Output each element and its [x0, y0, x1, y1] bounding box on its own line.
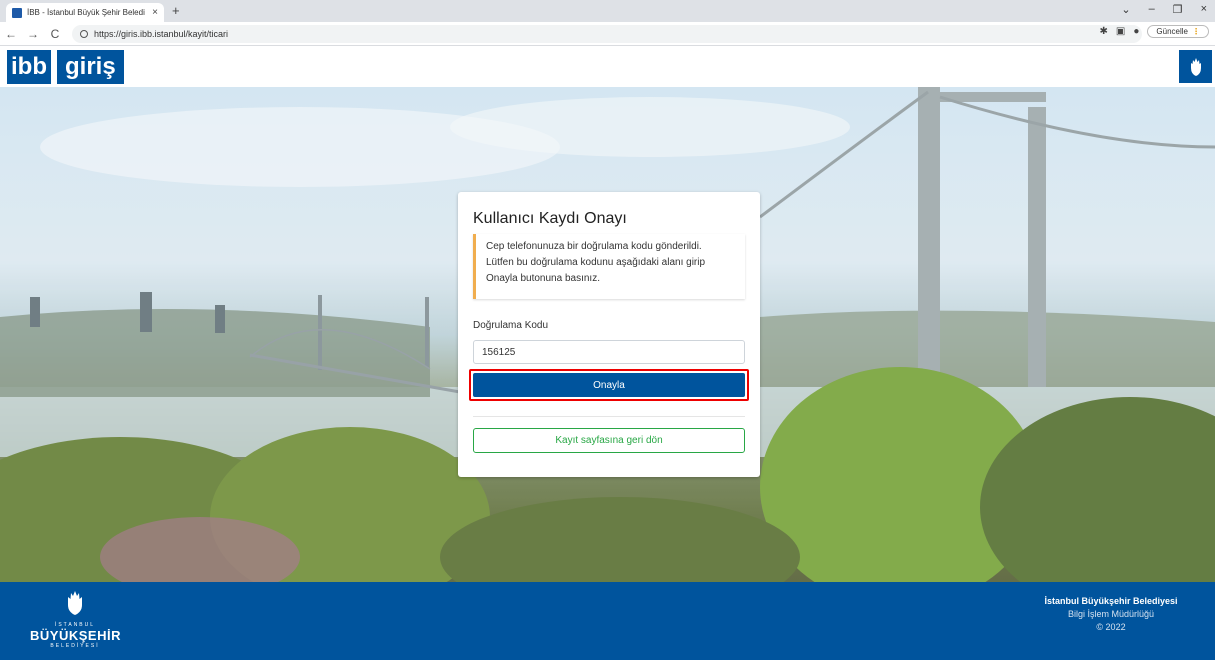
extensions-icon[interactable]: ✱: [1100, 26, 1108, 37]
browser-tools: ✱ ▣ ● Güncelle ⋮: [1100, 25, 1209, 38]
ibb-giris-logo[interactable]: ibb giriş: [7, 50, 124, 84]
card-title: Kullanıcı Kaydı Onayı: [473, 210, 627, 227]
site-info-icon[interactable]: [80, 29, 88, 38]
approve-highlight: Onayla: [469, 369, 749, 401]
registration-confirm-card: Kullanıcı Kaydı Onayı Cep telefonunuza b…: [458, 192, 760, 477]
new-tab-button[interactable]: +: [172, 3, 180, 18]
footer-logo-bottom: BELEDİYESİ: [50, 643, 100, 649]
browser-tab[interactable]: İBB - İstanbul Büyük Şehir Beledi ×: [6, 3, 164, 22]
site-favicon-icon: [12, 7, 22, 18]
tab-search-icon[interactable]: ⌄: [1121, 3, 1130, 16]
update-label: Güncelle: [1156, 27, 1188, 36]
footer-dept: Bilgi İşlem Müdürlüğü: [1067, 609, 1155, 619]
minimize-button[interactable]: –: [1149, 3, 1155, 16]
site-footer: İSTANBUL BÜYÜKŞEHİR BELEDİYESİ İstanbul …: [0, 582, 1215, 660]
alert-line-2: Lütfen bu doğrulama kodunu aşağıdaki ala…: [486, 257, 706, 268]
close-window-button[interactable]: ×: [1201, 3, 1207, 16]
address-toolbar: ← → C https://giris.ibb.istanbul/kayit/t…: [0, 22, 1215, 46]
back-icon[interactable]: ←: [0, 27, 22, 41]
verification-code-label: Doğrulama Kodu: [473, 320, 549, 331]
url-bar[interactable]: https://giris.ibb.istanbul/kayit/ticari: [72, 24, 1142, 43]
reload-icon[interactable]: C: [44, 27, 66, 41]
card-divider: [473, 416, 745, 417]
forward-icon[interactable]: →: [22, 27, 44, 41]
footer-org: İstanbul Büyükşehir Belediyesi: [1044, 596, 1178, 606]
update-button[interactable]: Güncelle ⋮: [1147, 25, 1209, 38]
restore-button[interactable]: ❐: [1173, 3, 1183, 16]
logo-ibb: ibb: [7, 50, 51, 84]
info-alert: Cep telefonunuza bir doğrulama kodu gönd…: [473, 234, 745, 299]
logo-giris: giriş: [57, 50, 124, 84]
approve-button[interactable]: Onayla: [473, 373, 745, 397]
ibb-emblem-icon: [1179, 50, 1212, 83]
footer-logo: İSTANBUL BÜYÜKŞEHİR BELEDİYESİ: [30, 590, 120, 649]
footer-logo-main: BÜYÜKŞEHİR: [30, 628, 121, 643]
footer-info: İstanbul Büyükşehir Belediyesi Bilgi İşl…: [1011, 596, 1211, 632]
browser-tab-bar: İBB - İstanbul Büyük Şehir Beledi × + ⌄ …: [0, 0, 1215, 22]
menu-dots-icon: ⋮: [1192, 27, 1200, 36]
verification-code-input[interactable]: [473, 340, 745, 364]
back-to-registration-button[interactable]: Kayıt sayfasına geri dön: [473, 428, 745, 453]
tab-close-icon[interactable]: ×: [152, 7, 158, 18]
alert-line-1: Cep telefonunuza bir doğrulama kodu gönd…: [486, 241, 702, 252]
tab-title: İBB - İstanbul Büyük Şehir Beledi: [27, 8, 145, 17]
side-panel-icon[interactable]: ▣: [1116, 26, 1125, 37]
footer-emblem-icon: [68, 591, 82, 615]
alert-line-3: Onayla butonuna basınız.: [486, 273, 600, 284]
profile-icon[interactable]: ●: [1133, 26, 1139, 37]
window-controls: ⌄ – ❐ ×: [1121, 3, 1207, 16]
footer-copyright: © 2022: [1096, 622, 1126, 632]
url-text: https://giris.ibb.istanbul/kayit/ticari: [94, 28, 229, 39]
site-header: ibb giriş: [0, 47, 1215, 87]
